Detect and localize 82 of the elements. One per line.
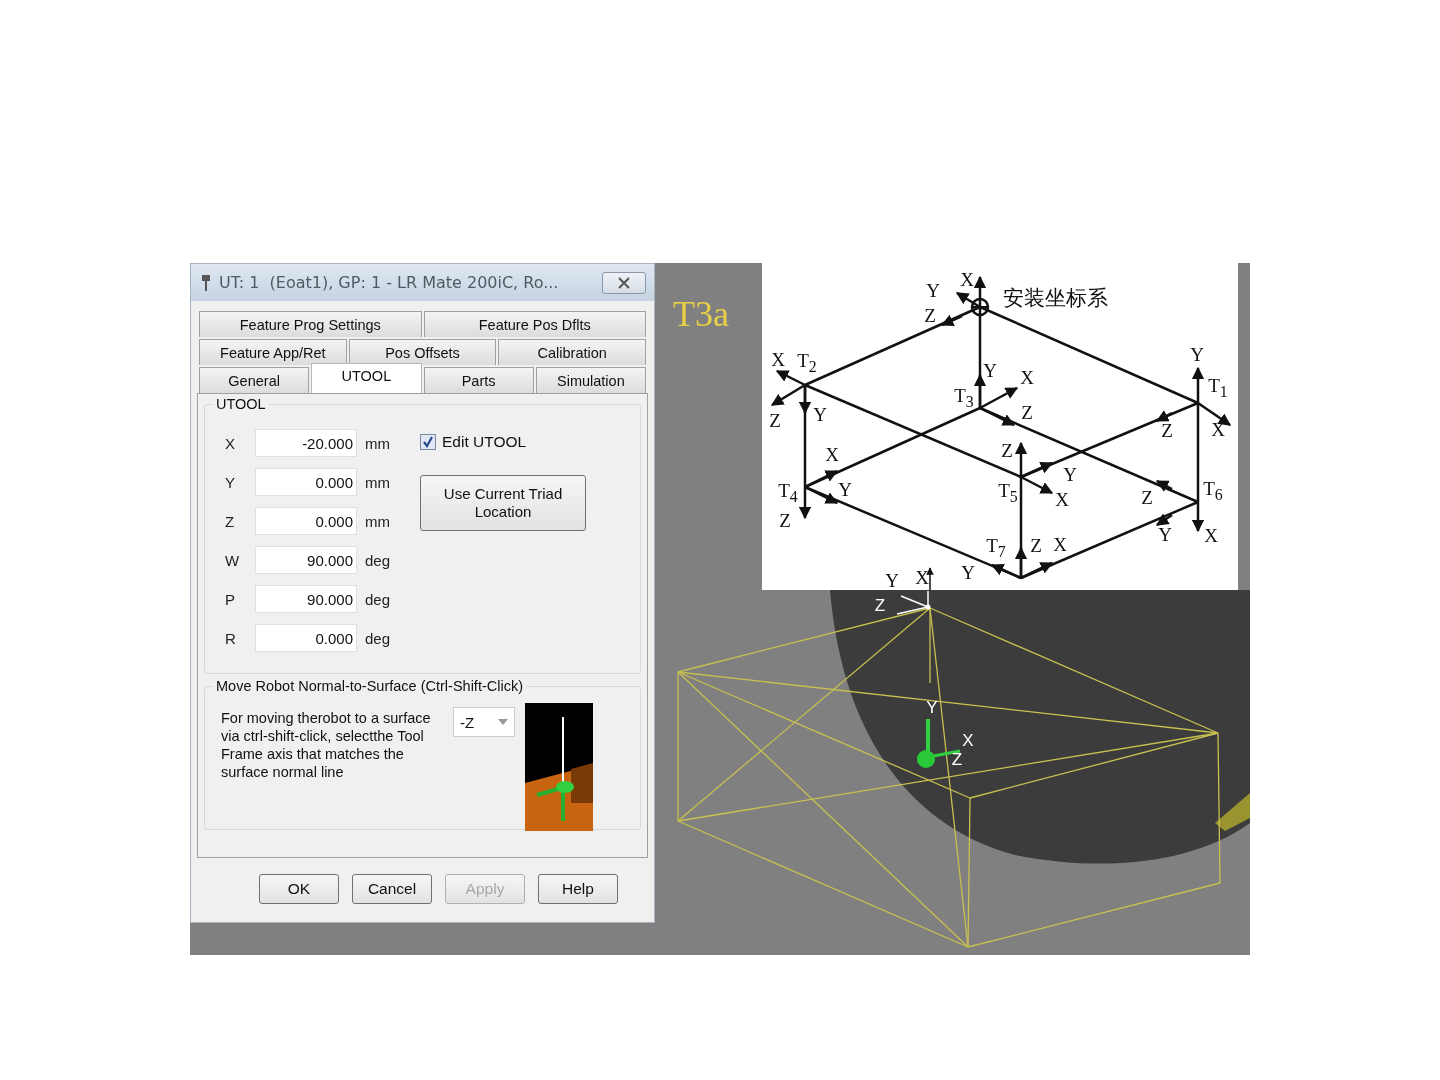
axis-label: Y xyxy=(1158,524,1172,546)
checkbox-label: Edit UTOOL xyxy=(442,433,527,451)
close-button[interactable] xyxy=(602,271,646,294)
axis-label: Y xyxy=(813,404,827,426)
input-field[interactable]: 90.000 xyxy=(255,546,357,574)
axis-label: X xyxy=(825,444,839,466)
axis-label: X xyxy=(962,731,974,751)
unit-label: deg xyxy=(365,590,391,608)
field-label: Z xyxy=(225,512,236,530)
unit-label: mm xyxy=(365,434,390,452)
field-label: Y xyxy=(225,473,236,491)
input-field[interactable]: 0.000 xyxy=(255,468,357,496)
tab[interactable]: Parts xyxy=(423,367,534,393)
axis-label: Y xyxy=(926,698,938,718)
tab[interactable]: Feature Pos Dflts xyxy=(423,311,646,337)
axis-label: Z xyxy=(1001,440,1013,462)
unit-label: mm xyxy=(365,512,390,530)
checkbox[interactable] xyxy=(420,434,437,450)
axis-dropdown[interactable]: -Z xyxy=(453,707,515,737)
axis-label: Z xyxy=(1161,420,1173,442)
axis-label: Z xyxy=(769,410,781,432)
axis-label: T$_{3}$ xyxy=(954,385,974,411)
axis-label: T$_{1}$ xyxy=(1208,375,1228,401)
input-field[interactable]: 0.000 xyxy=(255,624,357,652)
axis-label: Z xyxy=(1021,402,1033,424)
axis-label: T$_{6}$ xyxy=(1203,478,1223,504)
use-triad-button[interactable]: Use Current Triad Location xyxy=(420,475,587,531)
tab[interactable]: Feature Prog Settings xyxy=(199,311,422,337)
field-label: R xyxy=(225,629,237,647)
unit-label: mm xyxy=(365,473,390,491)
tab[interactable]: Calibration xyxy=(498,339,646,365)
input-field[interactable]: 0.000 xyxy=(255,507,357,535)
axis-label: X xyxy=(771,349,785,371)
axis-label: X xyxy=(1204,525,1218,547)
dialog-button[interactable]: OK xyxy=(259,874,339,904)
dialog-button[interactable]: Cancel xyxy=(352,874,432,904)
axis-label: T$_{4}$ xyxy=(778,480,798,506)
axis-label: T$_{2}$ xyxy=(797,350,817,376)
axis-label: Y xyxy=(926,280,940,302)
group-title: Move Robot Normal-to-Surface (Ctrl-Shift-Click) xyxy=(213,678,526,694)
tab[interactable]: Feature App/Ret xyxy=(199,339,347,365)
group-title: UTOOL xyxy=(213,396,269,412)
axis-label: Z xyxy=(1030,535,1042,557)
input-field[interactable]: -20.000 xyxy=(255,429,357,457)
axis-label: X xyxy=(1053,534,1067,556)
axis-label: 安装坐标系 xyxy=(1002,285,1108,312)
unit-label: deg xyxy=(365,629,391,647)
tab[interactable]: Simulation xyxy=(535,367,646,393)
tab[interactable]: General xyxy=(199,367,310,393)
field-label: W xyxy=(225,551,241,569)
axis-label: Z xyxy=(874,596,886,616)
axis-label: X xyxy=(960,269,974,291)
axis-label: Z xyxy=(924,305,936,327)
axis-label: Y xyxy=(1190,344,1204,366)
description-text: For moving therobot to a surface via ctrl-shift-click, selectthe Tool Frame axis that matches the surface normal line xyxy=(221,709,432,781)
close-icon xyxy=(616,276,632,289)
frame-title: T3a xyxy=(673,293,729,335)
dialog-button[interactable]: Help xyxy=(538,874,618,904)
field-label: X xyxy=(225,434,236,452)
caret-icon xyxy=(498,719,508,725)
axis-label: Y xyxy=(885,570,899,592)
axis-label: T$_{7}$ xyxy=(986,535,1006,561)
triad-marker-icon xyxy=(917,719,961,768)
axis-label: Y xyxy=(1063,464,1077,486)
unit-label: deg xyxy=(365,551,391,569)
axis-label: X xyxy=(1055,489,1069,511)
input-field[interactable]: 90.000 xyxy=(255,585,357,613)
axis-label: X xyxy=(915,567,929,589)
pin-icon xyxy=(201,273,211,292)
tab[interactable]: Pos Offsets xyxy=(348,339,497,365)
field-label: P xyxy=(225,590,236,608)
axis-label: Y xyxy=(983,360,997,382)
axis-label: Y xyxy=(961,562,975,584)
part-edge-shape xyxy=(1215,793,1250,831)
window-title: UT: 1 (Eoat1), GP: 1 - LR Mate 200iC, Ro... xyxy=(219,273,560,292)
axis-label: Z xyxy=(779,510,791,532)
axis-label: T$_{5}$ xyxy=(998,480,1018,506)
axis-label: Z xyxy=(951,750,963,770)
axis-label: X xyxy=(1020,367,1034,389)
axis-label: Y xyxy=(838,479,852,501)
tab[interactable]: UTOOL xyxy=(311,363,422,393)
axis-label: Z xyxy=(1141,487,1153,509)
